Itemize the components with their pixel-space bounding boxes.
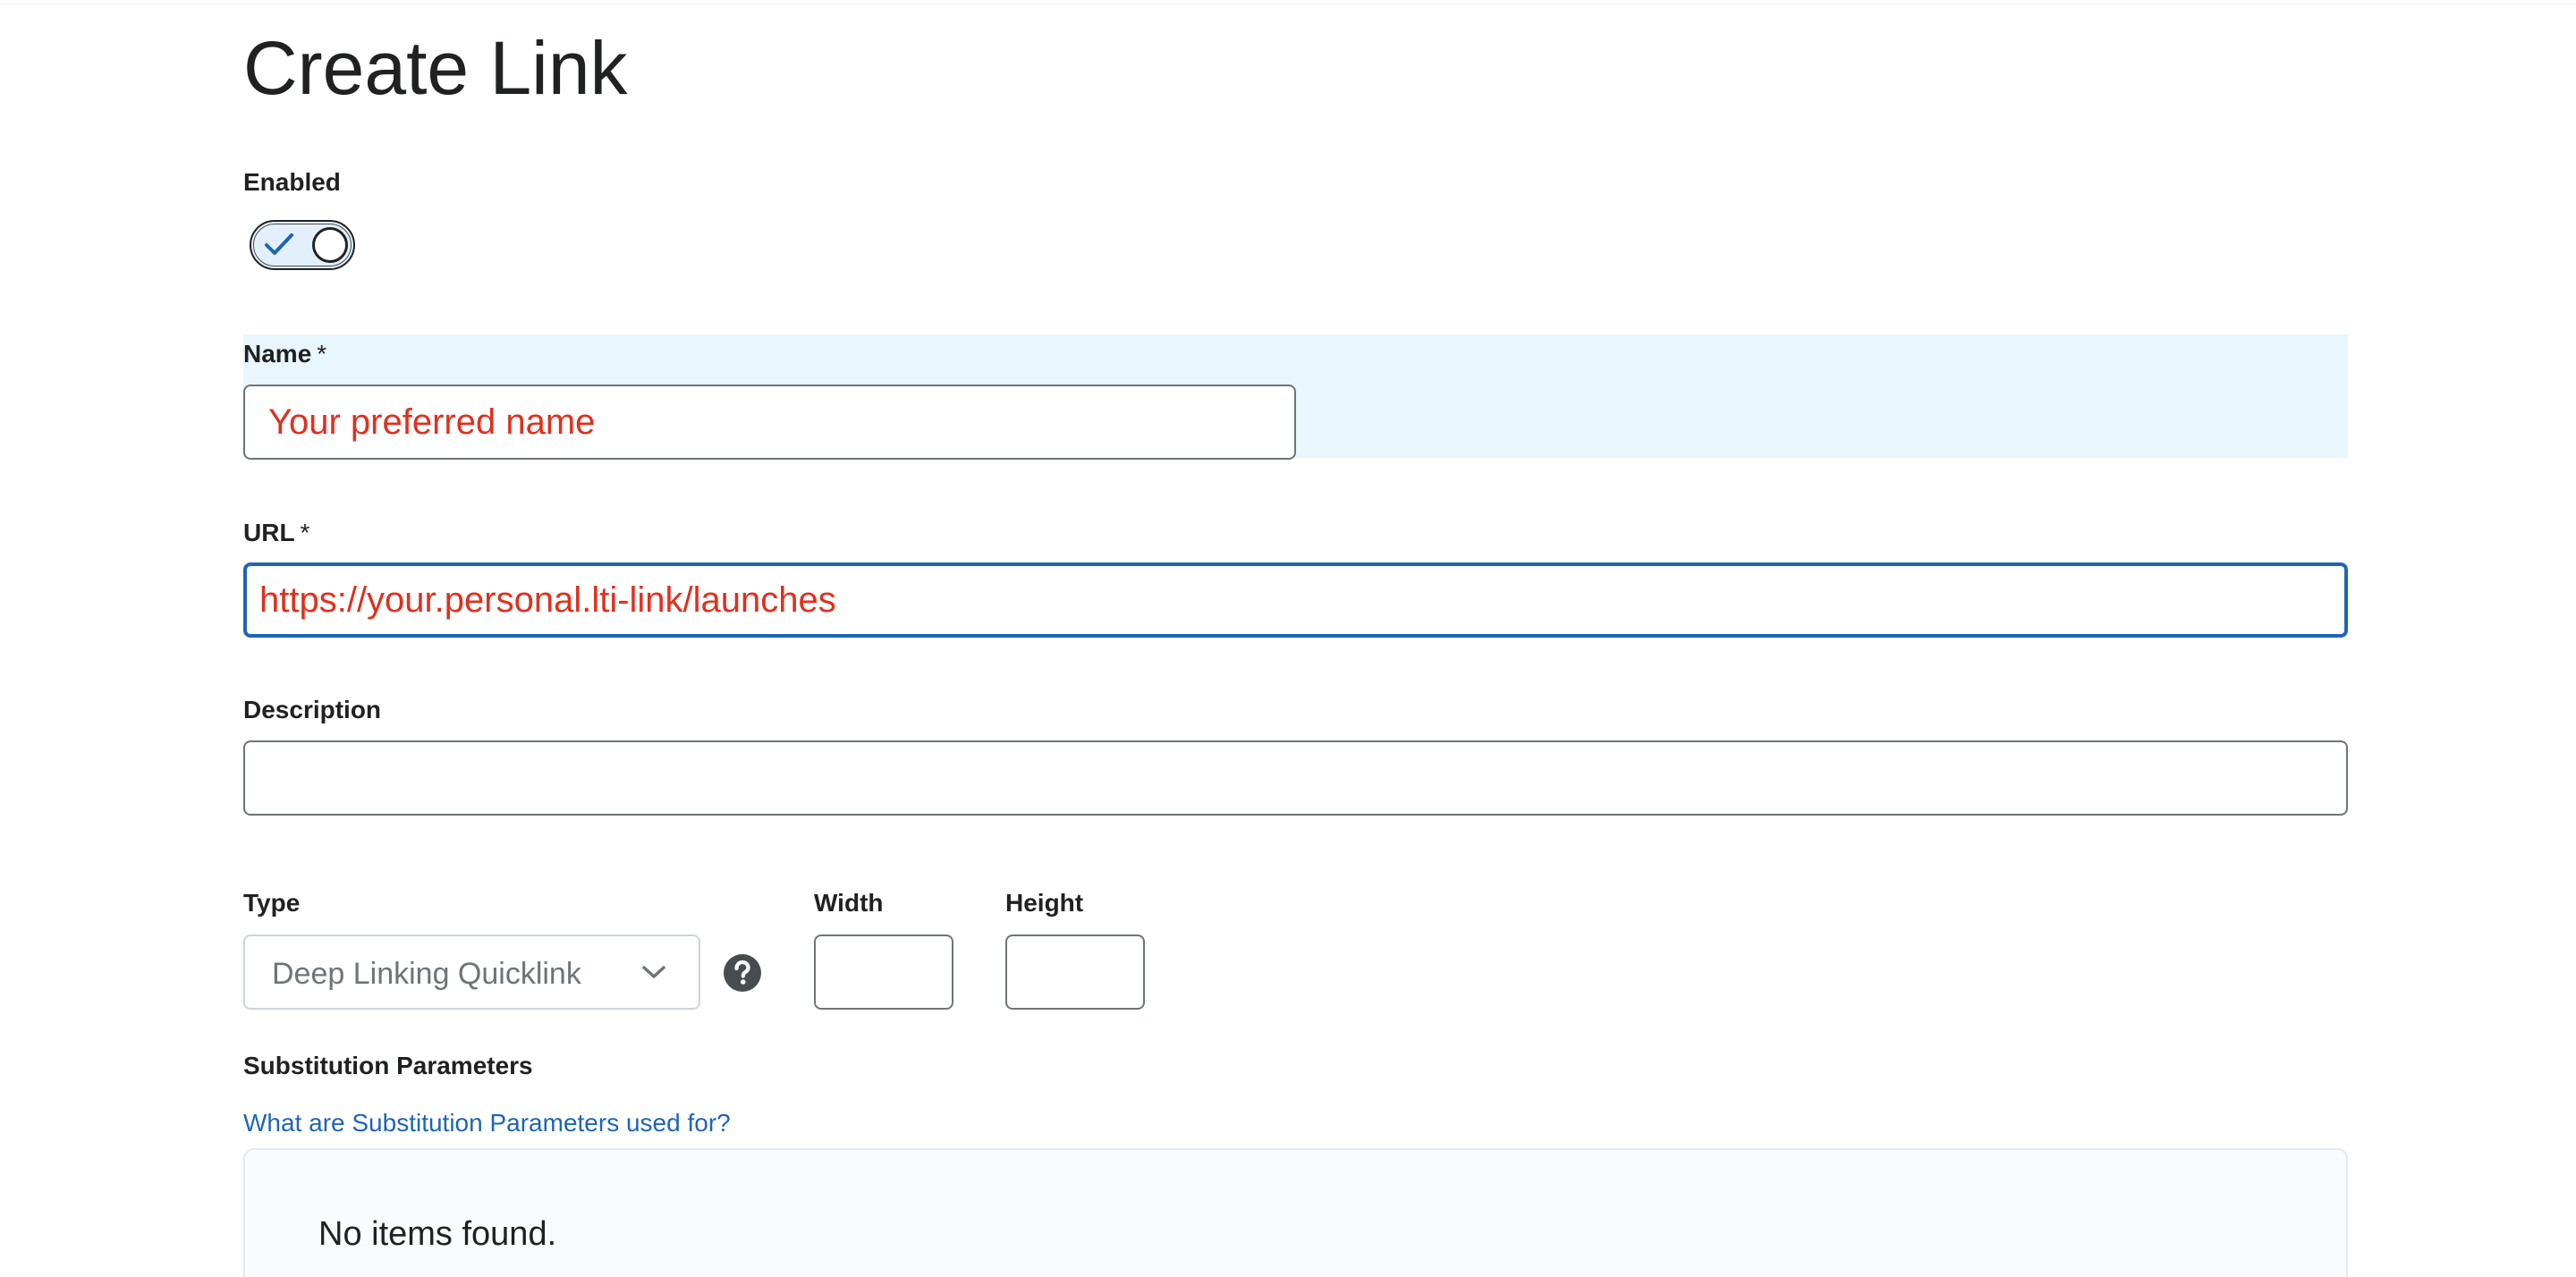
url-label: URL *: [243, 517, 309, 549]
substitution-parameters-label: Substitution Parameters: [243, 1052, 533, 1079]
check-icon: [265, 233, 293, 255]
description-input[interactable]: [243, 740, 2348, 816]
substitution-parameters-help-link[interactable]: What are Substitution Parameters used fo…: [243, 1107, 731, 1139]
empty-state-text: No items found.: [318, 1215, 557, 1253]
type-select-value: Deep Linking Quicklink: [272, 957, 581, 991]
enabled-toggle[interactable]: [250, 220, 355, 270]
help-circle-icon[interactable]: [723, 953, 762, 993]
url-required-mark: *: [300, 519, 310, 546]
name-label-text: Name: [243, 340, 312, 368]
height-input[interactable]: [1005, 934, 1145, 1010]
toggle-knob: [312, 227, 348, 263]
url-input[interactable]: [243, 562, 2348, 638]
type-select[interactable]: Deep Linking Quicklink: [243, 934, 700, 1010]
height-label: Height: [1005, 889, 1084, 917]
substitution-parameters-list: No items found.: [243, 1148, 2348, 1277]
create-link-page: Create Link Enabled Name* URL* Descripti…: [0, 0, 2576, 1277]
description-label: Description: [243, 696, 382, 723]
width-label: Width: [814, 889, 884, 917]
chevron-down-icon: [642, 966, 665, 978]
top-edge: [0, 0, 2576, 4]
width-input[interactable]: [814, 934, 953, 1010]
enabled-label: Enabled: [243, 168, 341, 196]
page-title: Create Link: [243, 26, 628, 110]
name-required-mark: *: [317, 340, 327, 368]
type-label: Type: [243, 889, 301, 917]
url-label-text: URL: [243, 519, 295, 546]
name-label: Name *: [243, 338, 326, 370]
name-input[interactable]: [243, 385, 1296, 460]
